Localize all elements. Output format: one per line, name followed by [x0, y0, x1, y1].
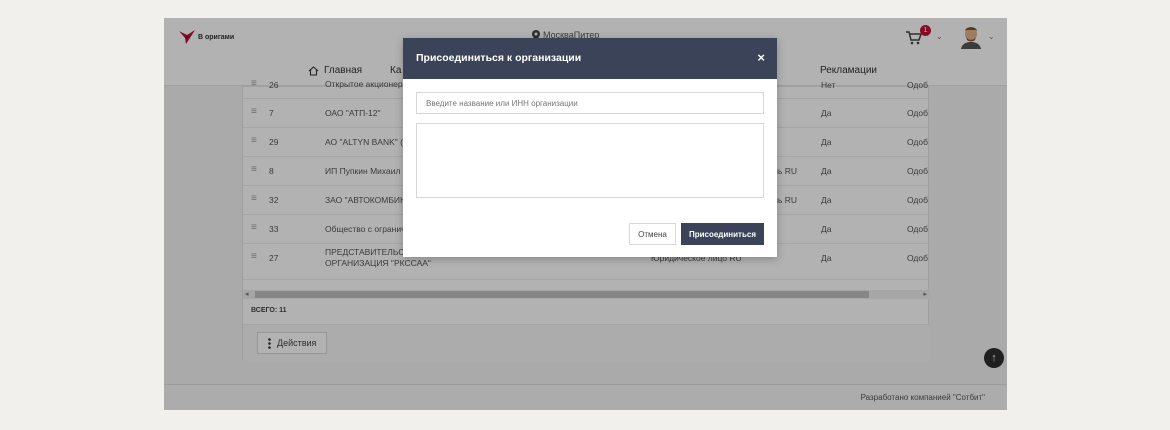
modal-title: Присоединиться к организации — [416, 52, 582, 64]
search-results-area[interactable] — [416, 123, 764, 198]
close-icon[interactable]: × — [757, 50, 765, 65]
modal-header: Присоединиться к организации × — [403, 38, 777, 79]
app-window: В оригами МоскваПитер 1 ⌄ ⌄ Главная Ка Р… — [164, 18, 1007, 410]
join-organization-modal: Присоединиться к организации × Отмена Пр… — [403, 38, 777, 257]
join-button[interactable]: Присоединиться — [681, 223, 764, 245]
cancel-button[interactable]: Отмена — [629, 223, 676, 245]
organization-search-input[interactable] — [416, 92, 764, 114]
